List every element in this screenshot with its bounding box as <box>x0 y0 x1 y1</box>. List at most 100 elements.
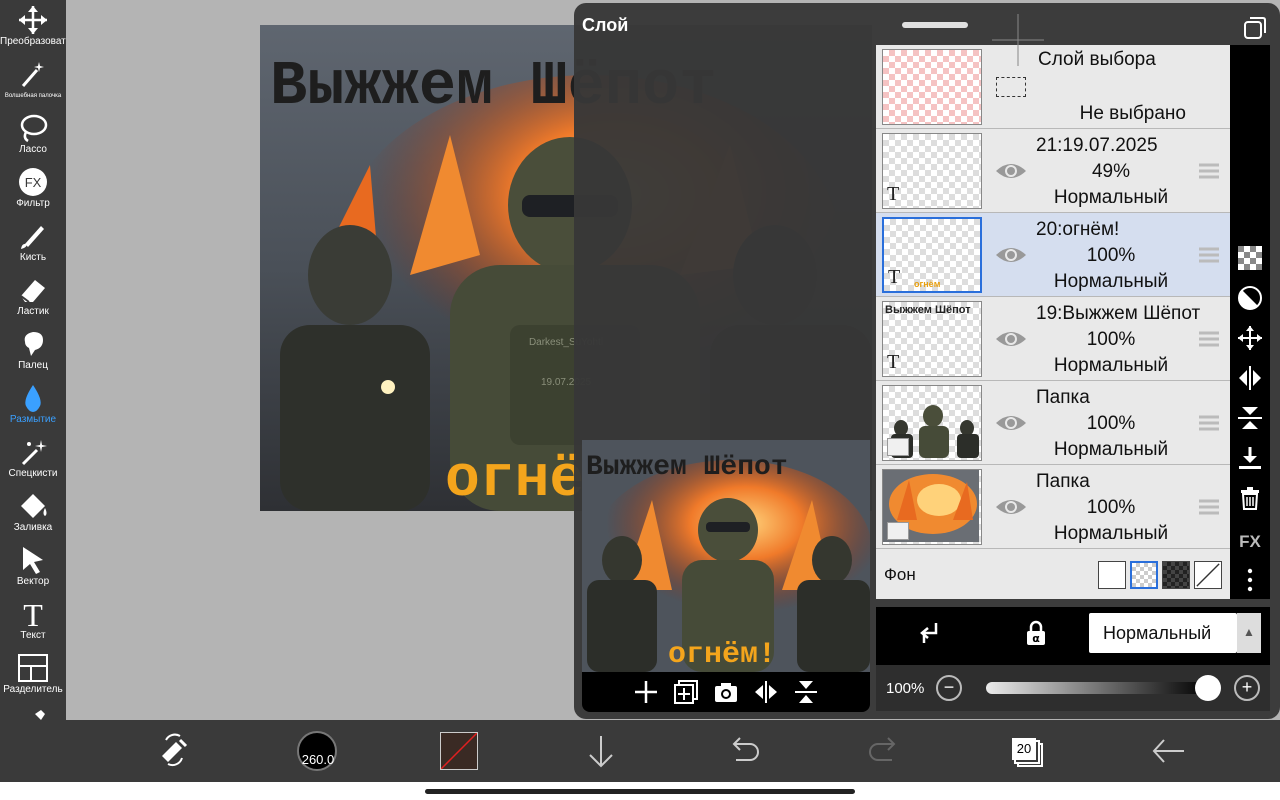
camera-icon[interactable] <box>712 678 740 706</box>
svg-text:FX: FX <box>1239 532 1261 551</box>
tool-magic-wand[interactable]: Волшебная палочка <box>0 54 66 108</box>
preview-bottom-text: огнём! <box>668 638 776 672</box>
clipping-icon[interactable] <box>916 619 944 647</box>
layer-row[interactable]: T 21:19.07.2025 49% Нормальный <box>876 129 1230 213</box>
tool-label: Волшебная палочка <box>4 93 62 99</box>
move-arrows-icon <box>19 6 47 34</box>
tool-label: Текст <box>20 630 46 641</box>
popout-window-icon[interactable] <box>1242 15 1268 41</box>
layer-blend-mode: Нормальный <box>1053 523 1169 544</box>
brush-size-indicator[interactable]: 260.0 <box>294 728 340 774</box>
drag-handle-icon[interactable] <box>1198 162 1220 180</box>
text-layer-icon: T <box>887 183 900 205</box>
trash-icon[interactable] <box>1237 485 1263 511</box>
tool-text[interactable]: T Текст <box>0 594 66 648</box>
blend-mode-arrow-icon[interactable]: ▲ <box>1237 613 1261 653</box>
visibility-eye-icon[interactable] <box>994 495 1028 519</box>
tool-lasso[interactable]: Лассо <box>0 108 66 162</box>
magic-wand-icon <box>21 62 44 87</box>
crosshair-guide-icon <box>992 14 1044 66</box>
background-none-swatch[interactable] <box>1194 561 1222 589</box>
layer-row[interactable]: Выжжем Шёпот T 19:Выжжем Шёпот 100% Нормальн… <box>876 297 1230 381</box>
layers-count-button[interactable]: 20 <box>1004 728 1050 774</box>
download-arrow-icon[interactable] <box>578 728 624 774</box>
layer-thumbnail: Выжжем Шёпот T <box>882 301 982 377</box>
blend-mode-select[interactable]: Нормальный <box>1089 613 1237 653</box>
tool-label: Вектор <box>16 576 50 587</box>
selection-layer-row[interactable]: Слой выбора Не выбрано <box>876 45 1230 129</box>
layer-fx-icon[interactable]: FX <box>1237 527 1263 553</box>
preview-image: Выжжем Шёпот огнём! <box>582 440 870 672</box>
add-layer-icon[interactable] <box>632 678 660 706</box>
tool-finger[interactable]: Палец <box>0 324 66 378</box>
visibility-eye-icon[interactable] <box>994 243 1028 267</box>
alpha-lock-icon[interactable]: α <box>1022 619 1050 647</box>
move-layer-icon[interactable] <box>1237 325 1263 351</box>
layer-row[interactable]: огнём T 20:огнём! 100% Нормальный <box>876 213 1230 297</box>
background-label: Фон <box>884 565 916 584</box>
duplicate-layer-icon[interactable] <box>672 678 700 706</box>
panel-title: Слой <box>582 15 629 35</box>
layer-blend-mode: Нормальный <box>1053 187 1169 208</box>
flip-vertical-icon[interactable] <box>792 678 820 706</box>
layer-name: Папка <box>1036 471 1090 492</box>
color-swatch[interactable] <box>440 732 478 770</box>
layer-thumbnail: огнём T <box>882 217 982 293</box>
droplet-icon <box>25 385 41 412</box>
tool-special[interactable]: Спецкисти <box>0 432 66 486</box>
visibility-eye-icon[interactable] <box>994 411 1028 435</box>
flip-horizontal-icon[interactable] <box>752 678 780 706</box>
tool-transform[interactable]: Преобразовать <box>0 0 66 54</box>
preview-action-bar <box>582 672 870 712</box>
tool-brush[interactable]: Кисть <box>0 216 66 270</box>
undo-icon[interactable] <box>720 728 766 774</box>
transparency-icon[interactable] <box>1237 245 1263 271</box>
sparkle-brush-icon <box>21 440 47 466</box>
layer-opacity: 100% <box>1086 329 1136 350</box>
opacity-decrease-button[interactable]: − <box>936 675 962 701</box>
opacity-slider[interactable] <box>986 682 1208 694</box>
opacity-slider-knob[interactable] <box>1195 675 1221 701</box>
layer-tools-column: FX <box>1230 45 1270 599</box>
background-transparent-swatch[interactable] <box>1130 561 1158 589</box>
svg-text:α: α <box>1032 632 1040 645</box>
merge-down-icon[interactable] <box>1237 445 1263 471</box>
drag-handle-icon[interactable] <box>1198 414 1220 432</box>
layer-blend-mode: Нормальный <box>1053 355 1169 376</box>
flip-layer-vertical-icon[interactable] <box>1237 405 1263 431</box>
panel-drag-handle[interactable] <box>902 22 968 28</box>
swap-brush-eraser-icon[interactable] <box>152 728 198 774</box>
drag-handle-icon[interactable] <box>1198 246 1220 264</box>
visibility-eye-icon[interactable] <box>994 159 1028 183</box>
back-arrow-icon[interactable] <box>1146 728 1192 774</box>
tool-divider[interactable]: Разделитель <box>0 648 66 702</box>
tool-eraser[interactable]: Ластик <box>0 270 66 324</box>
background-dark-swatch[interactable] <box>1162 561 1190 589</box>
visibility-eye-icon[interactable] <box>994 327 1028 351</box>
opacity-row: 100% − + <box>876 665 1270 711</box>
layer-thumbnail: T <box>882 133 982 209</box>
drag-handle-icon[interactable] <box>1198 498 1220 516</box>
fx-icon: FX <box>19 168 47 196</box>
layer-row[interactable]: Папка 100% Нормальный <box>876 381 1230 465</box>
tool-label: Размытие <box>9 414 57 425</box>
eraser-icon <box>20 280 45 303</box>
layer-name: 19:Выжжем Шёпот <box>1036 303 1201 324</box>
redo-icon[interactable] <box>862 728 908 774</box>
tool-label: Преобразовать <box>0 36 66 47</box>
layer-row[interactable]: Папка 100% Нормальный <box>876 465 1230 549</box>
frame-divider-icon <box>18 654 48 682</box>
tool-label: Ластик <box>17 306 49 317</box>
tool-blur[interactable]: Размытие <box>0 378 66 432</box>
flip-layer-horizontal-icon[interactable] <box>1237 365 1263 391</box>
color-slash-icon <box>440 732 478 770</box>
tool-fill[interactable]: Заливка <box>0 486 66 540</box>
opacity-increase-button[interactable]: + <box>1234 675 1260 701</box>
tool-filter[interactable]: FX Фильтр <box>0 162 66 216</box>
contrast-circle-icon[interactable] <box>1237 285 1263 311</box>
background-white-swatch[interactable] <box>1098 561 1126 589</box>
tool-vector[interactable]: Вектор <box>0 540 66 594</box>
drag-handle-icon[interactable] <box>1198 330 1220 348</box>
home-indicator[interactable] <box>425 789 855 794</box>
more-options-icon[interactable] <box>1237 567 1263 593</box>
